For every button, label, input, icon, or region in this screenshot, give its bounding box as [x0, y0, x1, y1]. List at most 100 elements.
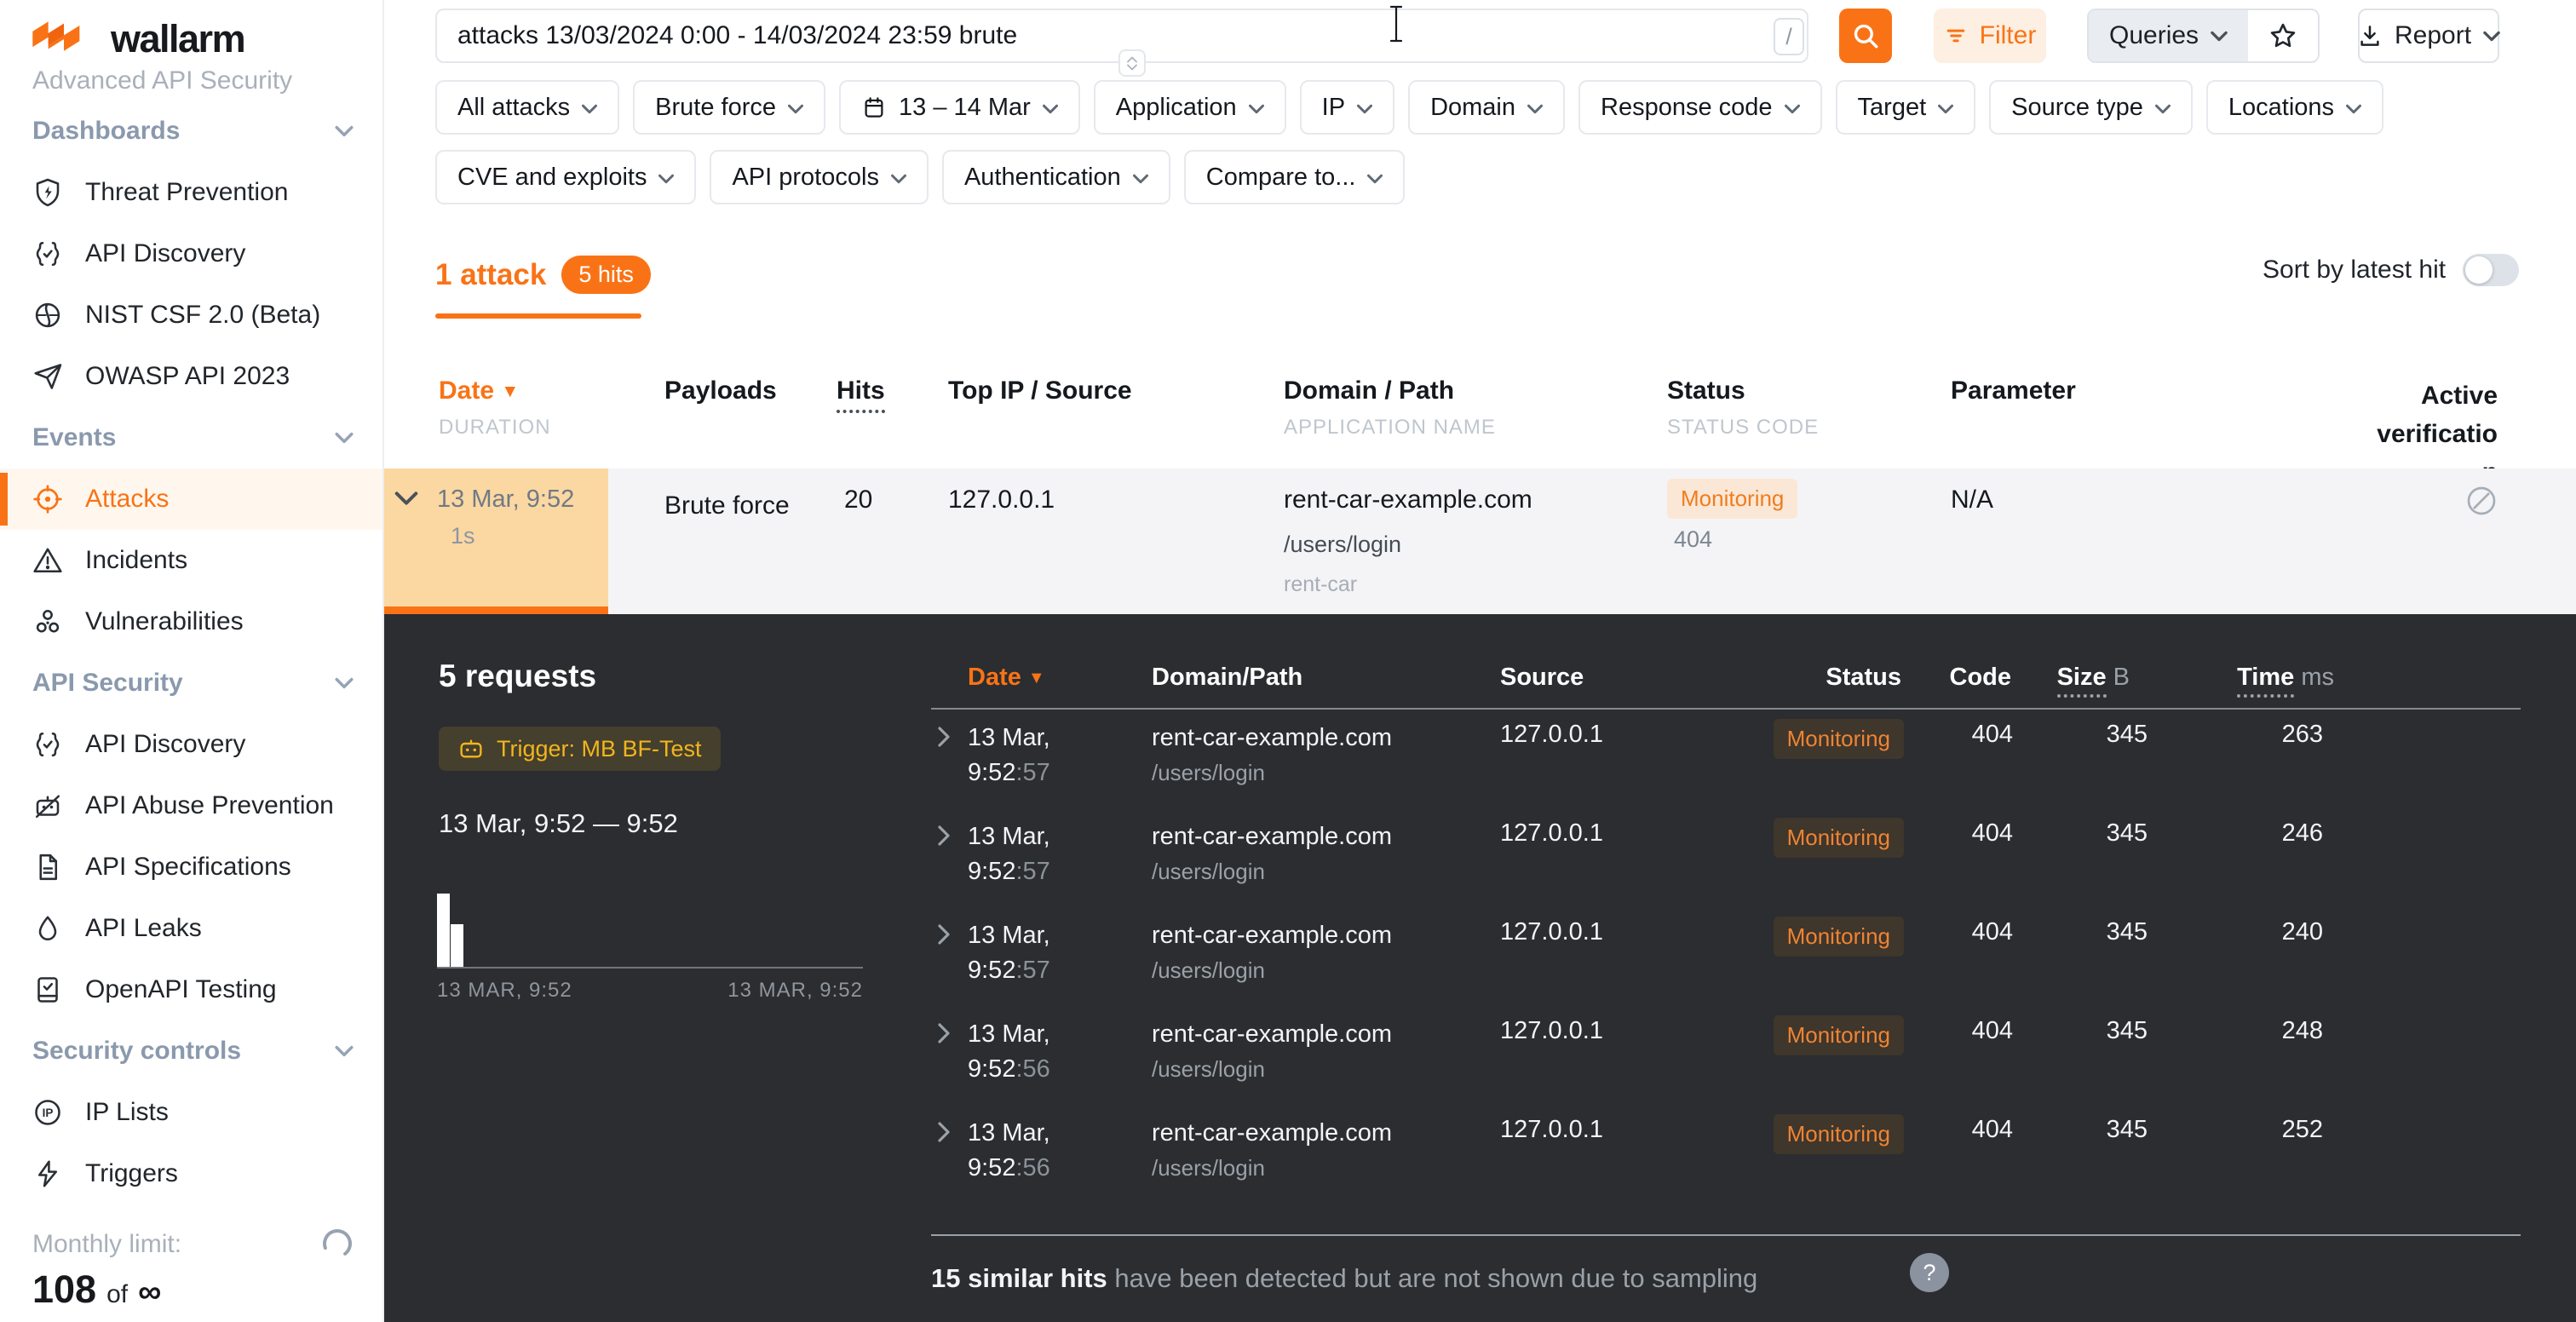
- chevron-right-icon[interactable]: [937, 1022, 951, 1044]
- attack-source-ip: 127.0.0.1: [948, 486, 1055, 514]
- paper-plane-icon: [32, 361, 63, 392]
- request-row[interactable]: 13 Mar,9:52:57 rent-car-example.com/user…: [382, 917, 2576, 1015]
- status-badge: Monitoring: [1667, 479, 1797, 519]
- book-check-icon: [32, 974, 63, 1005]
- chip-locations[interactable]: Locations: [2206, 80, 2383, 135]
- attacks-table-header: Date ▼ DURATION Payloads Hits Top IP / S…: [382, 376, 2576, 468]
- sidebar-item-api-discovery[interactable]: API Discovery: [0, 223, 382, 285]
- chip-date-range[interactable]: 13 – 14 Mar: [839, 80, 1080, 135]
- chevron-right-icon[interactable]: [937, 1121, 951, 1143]
- column-application-name: APPLICATION NAME: [1284, 416, 1496, 440]
- request-date: 13 Mar,9:52:57: [968, 918, 1050, 988]
- request-date: 13 Mar,9:52:56: [968, 1017, 1050, 1087]
- search-button[interactable]: [1839, 9, 1892, 63]
- chip-all-attacks[interactable]: All attacks: [435, 80, 619, 135]
- column-hits[interactable]: Hits: [837, 376, 885, 413]
- request-row[interactable]: 13 Mar,9:52:56 rent-car-example.com/user…: [382, 1015, 2576, 1114]
- favorite-button[interactable]: [2248, 10, 2318, 61]
- sidebar-item-openapi-testing[interactable]: OpenAPI Testing: [0, 959, 382, 1020]
- monthly-limit-value: 108: [32, 1267, 96, 1312]
- prohibited-icon[interactable]: [2464, 484, 2498, 518]
- request-source: 127.0.0.1: [1500, 819, 1603, 848]
- attack-status-code: 404: [1674, 526, 1712, 553]
- request-size: 345: [2107, 1017, 2148, 1045]
- chevron-down-icon: [2155, 104, 2171, 114]
- chevron-down-icon: [1527, 104, 1543, 114]
- chip-ip[interactable]: IP: [1300, 80, 1394, 135]
- chevron-right-icon[interactable]: [937, 726, 951, 748]
- sidebar-item-ip-lists[interactable]: IP IP Lists: [0, 1082, 382, 1143]
- chevron-down-icon: [1249, 104, 1264, 114]
- status-badge: Monitoring: [1774, 719, 1904, 759]
- svg-text:IP: IP: [43, 1106, 54, 1119]
- request-date: 13 Mar,9:52:56: [968, 1116, 1050, 1186]
- column-status-code: STATUS CODE: [1667, 416, 1819, 440]
- attack-date: 13 Mar, 9:52: [437, 486, 574, 514]
- request-domain-path: rent-car-example.com/users/login: [1152, 918, 1392, 988]
- chip-source-type[interactable]: Source type: [1989, 80, 2193, 135]
- chip-application[interactable]: Application: [1094, 80, 1286, 135]
- chevron-down-icon: [335, 432, 354, 444]
- chevron-down-icon: [1938, 104, 1953, 114]
- sidebar-item-owasp-api[interactable]: OWASP API 2023: [0, 346, 382, 407]
- req-column-date[interactable]: Date ▼: [968, 664, 1045, 692]
- request-time: 252: [2282, 1116, 2323, 1144]
- chip-compare-to[interactable]: Compare to...: [1184, 150, 1406, 204]
- sidebar-item-api-abuse-prevention[interactable]: API Abuse Prevention: [0, 775, 382, 836]
- request-row[interactable]: 13 Mar,9:52:57 rent-car-example.com/user…: [382, 719, 2576, 818]
- request-row[interactable]: 13 Mar,9:52:56 rent-car-example.com/user…: [382, 1114, 2576, 1213]
- chip-cve-exploits[interactable]: CVE and exploits: [435, 150, 696, 204]
- request-row[interactable]: 13 Mar,9:52:57 rent-car-example.com/user…: [382, 818, 2576, 917]
- toggle-knob: [2465, 256, 2493, 284]
- sidebar-item-vulnerabilities[interactable]: Vulnerabilities: [0, 591, 382, 652]
- hits-badge: 5 hits: [561, 256, 651, 294]
- attack-row[interactable]: 13 Mar, 9:52 1s Brute force 20 127.0.0.1…: [382, 468, 2576, 614]
- help-icon[interactable]: ?: [1910, 1253, 1949, 1292]
- sidebar-item-attacks[interactable]: Attacks: [0, 468, 382, 530]
- sort-toggle[interactable]: [2463, 254, 2519, 286]
- filter-button[interactable]: Filter: [1934, 9, 2046, 63]
- sidebar-section-security-controls[interactable]: Security controls: [0, 1020, 382, 1082]
- sidebar-item-triggers[interactable]: Triggers: [0, 1143, 382, 1204]
- requests-detail-panel: 5 requests Trigger: MB BF-Test 13 Mar, 9…: [382, 614, 2576, 1322]
- chip-response-code[interactable]: Response code: [1578, 80, 1822, 135]
- chip-brute-force[interactable]: Brute force: [633, 80, 825, 135]
- sidebar-item-threat-prevention[interactable]: Threat Prevention: [0, 162, 382, 223]
- status-badge: Monitoring: [1774, 917, 1904, 957]
- attack-payload: Brute force: [664, 486, 805, 526]
- request-source: 127.0.0.1: [1500, 1017, 1603, 1045]
- request-domain-path: rent-car-example.com/users/login: [1152, 721, 1392, 790]
- shield-bolt-icon: [32, 177, 63, 208]
- chip-target[interactable]: Target: [1836, 80, 1976, 135]
- report-button[interactable]: Report: [2358, 9, 2499, 63]
- chip-authentication[interactable]: Authentication: [942, 150, 1170, 204]
- sidebar-section-api-security[interactable]: API Security: [0, 652, 382, 714]
- sidebar-item-incidents[interactable]: Incidents: [0, 530, 382, 591]
- sidebar-item-api-leaks[interactable]: API Leaks: [0, 898, 382, 959]
- queries-button[interactable]: Queries: [2089, 10, 2248, 61]
- chevron-right-icon[interactable]: [937, 923, 951, 946]
- target-icon: [32, 484, 63, 514]
- nist-segments-icon: [32, 300, 63, 330]
- req-column-size[interactable]: Size B: [2057, 664, 2130, 692]
- filter-chips-row-1: All attacks Brute force 13 – 14 Mar Appl…: [435, 80, 2383, 135]
- wallarm-logo[interactable]: wallarm: [31, 17, 244, 61]
- sidebar-section-dashboards[interactable]: Dashboards: [0, 101, 382, 162]
- chip-api-protocols[interactable]: API protocols: [710, 150, 928, 204]
- sidebar-item-api-discovery-2[interactable]: API Discovery: [0, 714, 382, 775]
- chip-domain[interactable]: Domain: [1408, 80, 1565, 135]
- sidebar-section-events[interactable]: Events: [0, 407, 382, 468]
- request-domain-path: rent-car-example.com/users/login: [1152, 1017, 1392, 1087]
- attack-row-date-cell[interactable]: 13 Mar, 9:52 1s: [382, 468, 608, 614]
- chevron-right-icon[interactable]: [937, 825, 951, 847]
- column-parameter: Parameter: [1951, 376, 2076, 405]
- chevron-down-icon: [582, 104, 597, 114]
- request-domain-path: rent-car-example.com/users/login: [1152, 1116, 1392, 1186]
- chevron-down-icon: [1367, 174, 1383, 184]
- request-size: 345: [2107, 819, 2148, 848]
- column-date[interactable]: Date ▼: [439, 376, 519, 405]
- search-resize-handle[interactable]: [1118, 49, 1146, 77]
- req-column-time[interactable]: Time ms: [2237, 664, 2334, 692]
- sidebar-item-nist-csf[interactable]: NIST CSF 2.0 (Beta): [0, 285, 382, 346]
- sidebar-item-api-specifications[interactable]: API Specifications: [0, 836, 382, 898]
